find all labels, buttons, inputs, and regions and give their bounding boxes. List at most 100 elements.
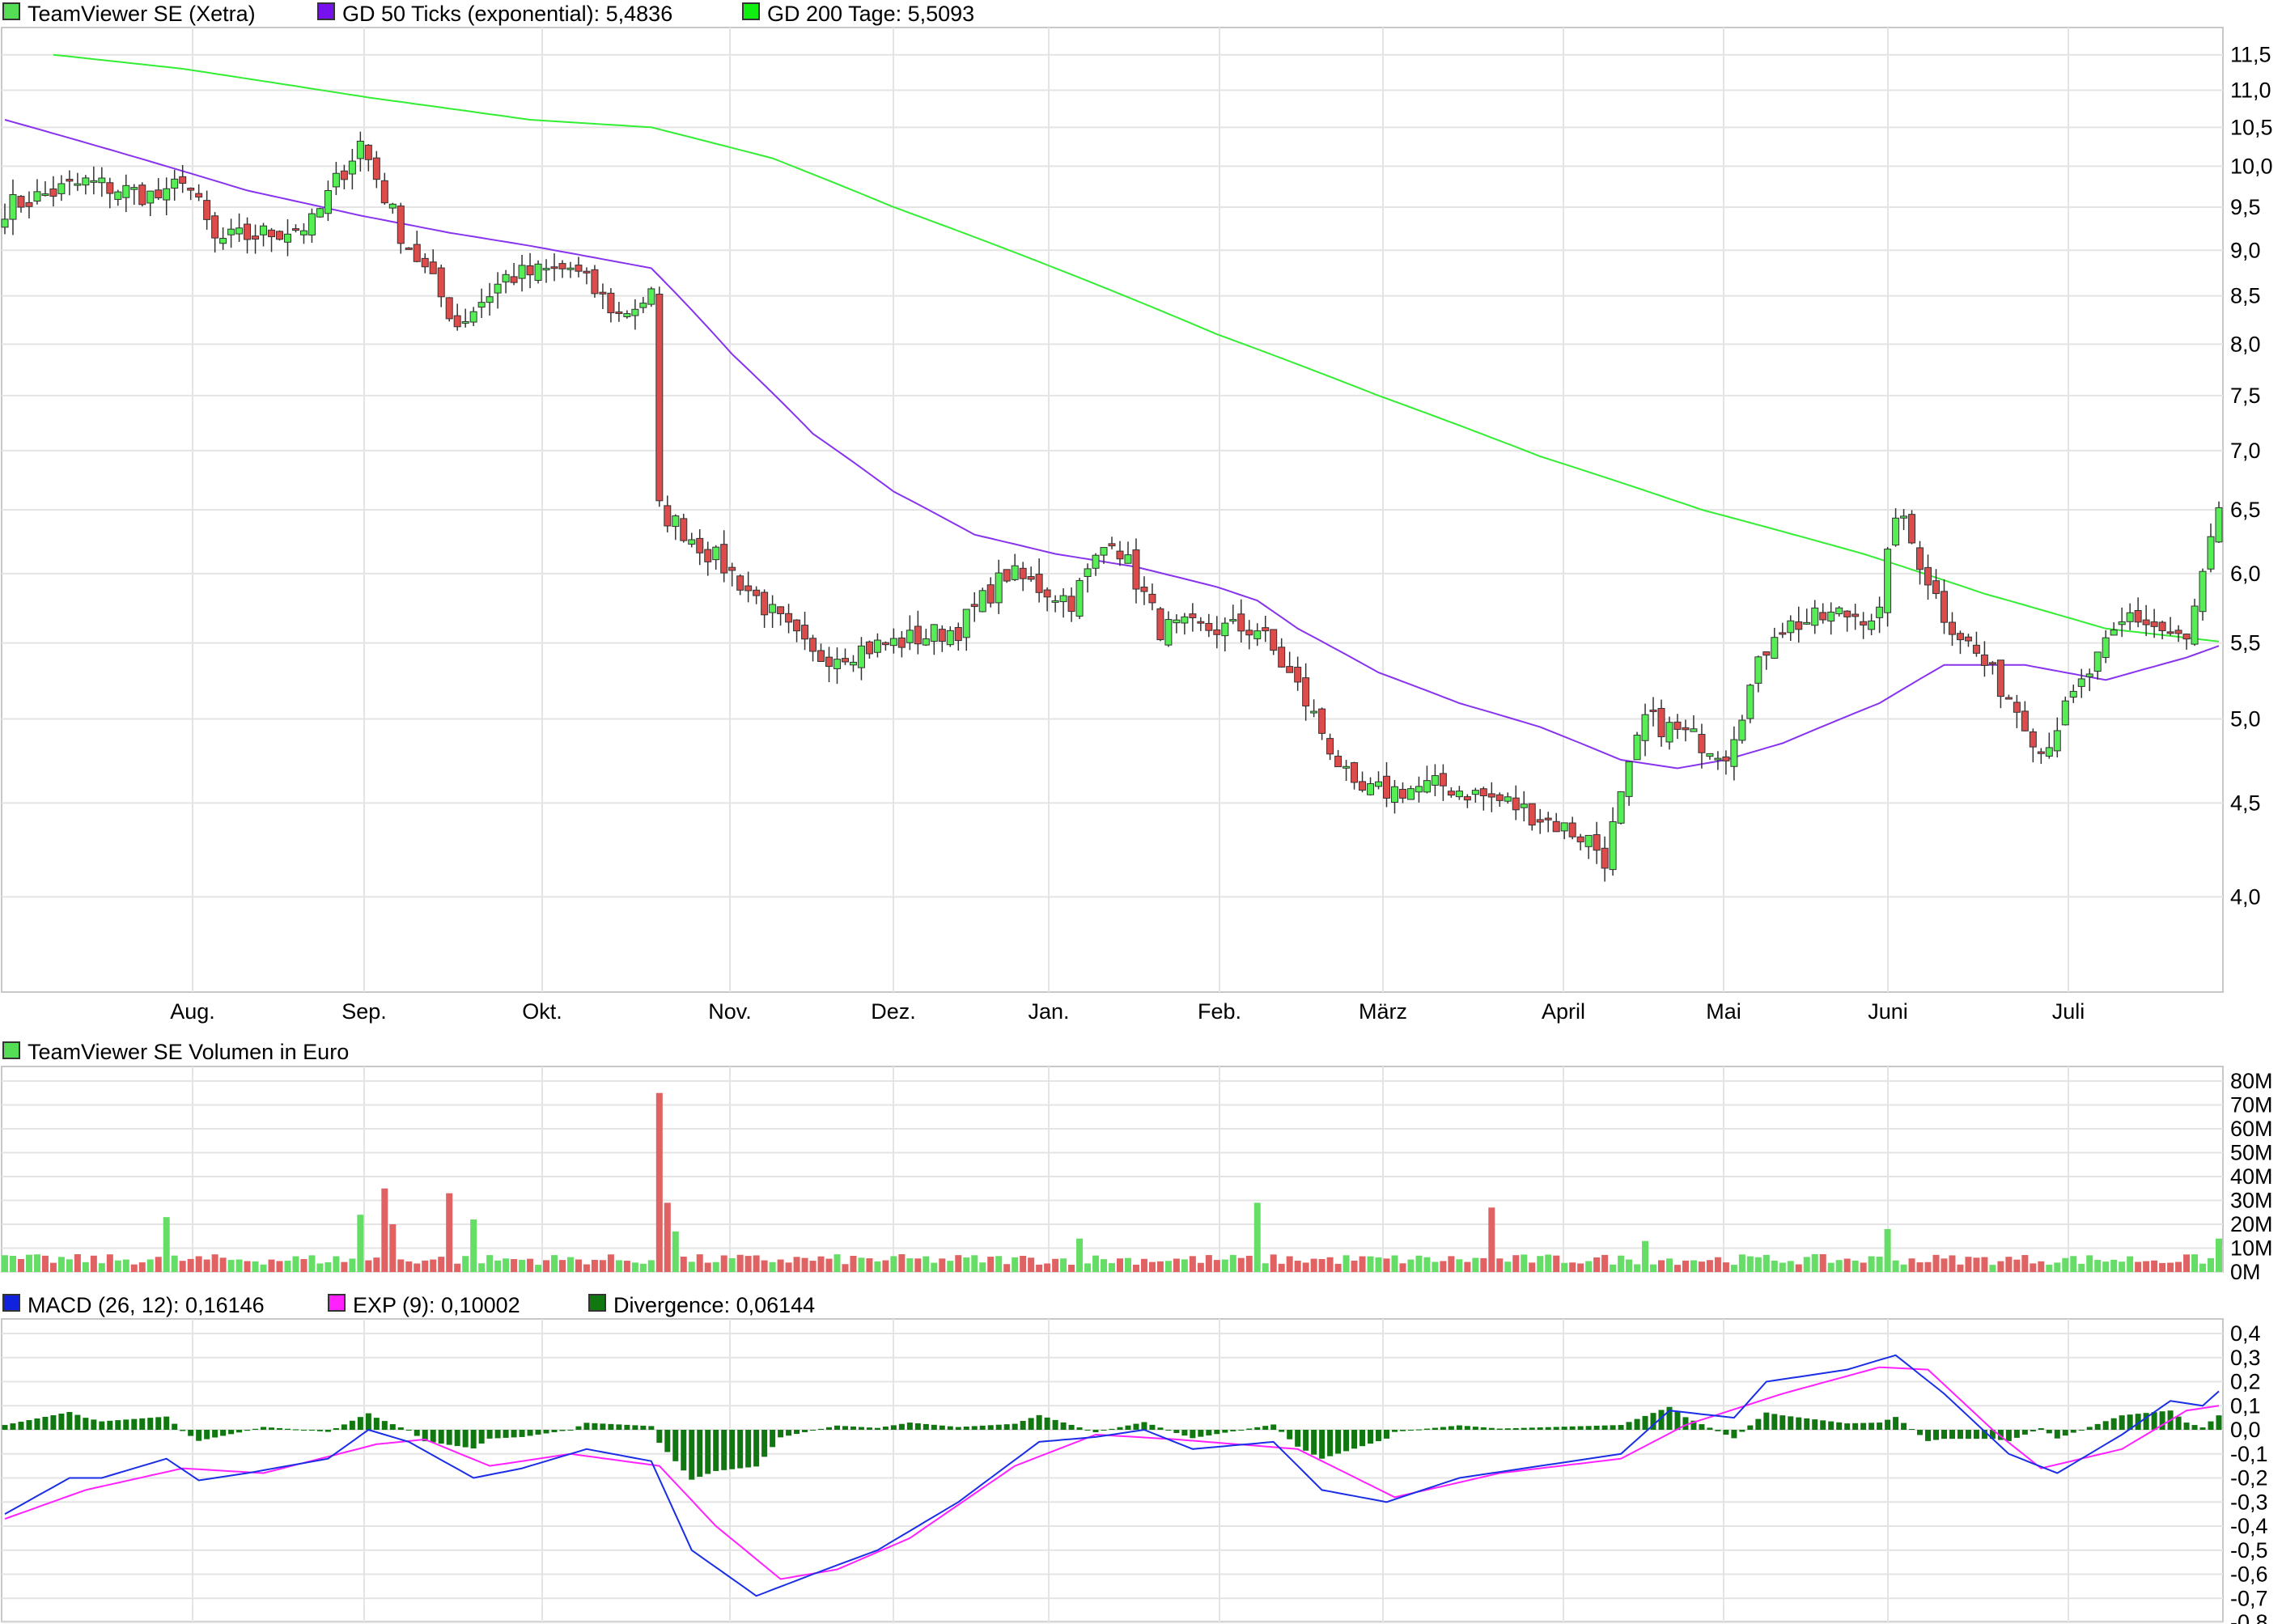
- candle-body: [1164, 619, 1173, 646]
- candle-body: [1294, 667, 1302, 683]
- volume-bar: [1521, 1254, 1528, 1272]
- volume-bar: [1787, 1261, 1794, 1272]
- candle-body: [825, 656, 833, 668]
- divergence-bar: [2199, 1427, 2206, 1430]
- divergence-bar: [252, 1428, 259, 1430]
- divergence-bar: [300, 1430, 307, 1431]
- divergence-bar: [1731, 1430, 1737, 1439]
- divergence-bar: [10, 1423, 16, 1430]
- legend-gd200: GD 200 Tage: 5,5093: [767, 2, 974, 26]
- candle-body: [1504, 796, 1512, 802]
- divergence-bar: [1020, 1420, 1026, 1430]
- candle: [833, 647, 841, 685]
- candle-body: [413, 244, 421, 262]
- candle: [98, 167, 106, 197]
- candle-body: [1148, 593, 1156, 604]
- candle-body: [1237, 613, 1245, 632]
- candle-body: [2174, 630, 2182, 634]
- candle-body: [753, 589, 761, 596]
- candle: [1423, 765, 1431, 794]
- candle: [494, 272, 502, 309]
- candle-body: [1932, 580, 1941, 595]
- volume-y-tick: 50M: [2230, 1141, 2273, 1165]
- candle-body: [1609, 820, 1617, 871]
- candle: [1140, 576, 1148, 605]
- divergence-bar: [1828, 1421, 1835, 1430]
- candle: [9, 179, 17, 235]
- divergence-bar: [794, 1430, 800, 1435]
- volume-bar: [1326, 1257, 1334, 1272]
- candle: [90, 166, 98, 195]
- volume-bar: [1690, 1260, 1697, 1272]
- volume-bar: [825, 1258, 833, 1272]
- candle-body: [1262, 627, 1270, 632]
- volume-bar: [333, 1256, 340, 1272]
- candle-body: [1779, 632, 1787, 635]
- divergence-bar: [624, 1424, 630, 1430]
- gd50-line: [4, 119, 2220, 770]
- candle: [1294, 656, 1302, 691]
- divergence-bar: [34, 1418, 40, 1430]
- candle: [558, 260, 566, 278]
- divergence-bar: [1844, 1423, 1851, 1430]
- volume-bar: [381, 1188, 388, 1272]
- candle: [970, 592, 978, 622]
- volume-bar: [1924, 1261, 1932, 1272]
- volume-bar: [1148, 1261, 1156, 1272]
- price-x-tick: Jan.: [1028, 999, 1069, 1024]
- candle-body: [1593, 833, 1601, 851]
- candle-body: [82, 177, 90, 186]
- candle-body: [736, 575, 744, 591]
- volume-bar: [2143, 1261, 2150, 1272]
- candle-body: [1181, 616, 1189, 624]
- legend-swatch-volume: [2, 1041, 20, 1059]
- candle-body: [299, 230, 308, 235]
- volume-bar: [1229, 1254, 1236, 1272]
- divergence-bar: [1779, 1415, 1786, 1430]
- volume-bar: [98, 1263, 105, 1272]
- candle-body: [833, 659, 841, 669]
- price-legend: TeamViewer SE (Xetra) GD 50 Ticks (expon…: [2, 2, 974, 26]
- candle-body: [1892, 517, 1900, 546]
- price-y-tick: 7,0: [2230, 439, 2261, 463]
- divergence-bar: [155, 1417, 162, 1430]
- candle-body: [356, 141, 364, 159]
- candle: [1584, 834, 1593, 859]
- volume-bar: [1665, 1258, 1673, 1272]
- candle-body: [429, 261, 437, 274]
- volume-bar: [1569, 1262, 1576, 1272]
- divergence-bar: [188, 1430, 194, 1436]
- price-y-tick: 10,5: [2230, 115, 2273, 139]
- candle-body: [461, 320, 469, 324]
- volume-bar: [227, 1260, 235, 1272]
- candle: [195, 184, 203, 201]
- candle: [421, 253, 429, 273]
- divergence-bar: [50, 1415, 57, 1430]
- candle-body: [252, 235, 260, 240]
- volume-bar: [1109, 1263, 1115, 1272]
- divergence-bar: [308, 1430, 315, 1431]
- divergence-bar: [220, 1430, 227, 1436]
- divergence-bar: [713, 1430, 719, 1471]
- candle-body: [1649, 709, 1657, 712]
- volume-bar: [2151, 1260, 2158, 1272]
- candle: [1876, 596, 1884, 634]
- candle-body: [1900, 515, 1908, 519]
- candle-body: [114, 191, 122, 200]
- volume-bar: [1884, 1228, 1891, 1272]
- candle-body: [1714, 757, 1722, 761]
- candle-body: [211, 215, 219, 239]
- divergence-bar: [608, 1423, 614, 1430]
- volume-bar: [1302, 1262, 1309, 1272]
- candle: [324, 180, 332, 222]
- divergence-bar: [2216, 1415, 2222, 1430]
- candle-body: [283, 233, 291, 243]
- candle-body: [1682, 727, 1690, 731]
- candle: [1205, 613, 1213, 638]
- volume-bar: [591, 1259, 598, 1272]
- divergence-bar: [778, 1430, 784, 1438]
- candle-body: [130, 187, 138, 190]
- volume-bar: [672, 1231, 679, 1272]
- volume-bar: [1052, 1258, 1059, 1272]
- volume-bar: [1391, 1255, 1398, 1272]
